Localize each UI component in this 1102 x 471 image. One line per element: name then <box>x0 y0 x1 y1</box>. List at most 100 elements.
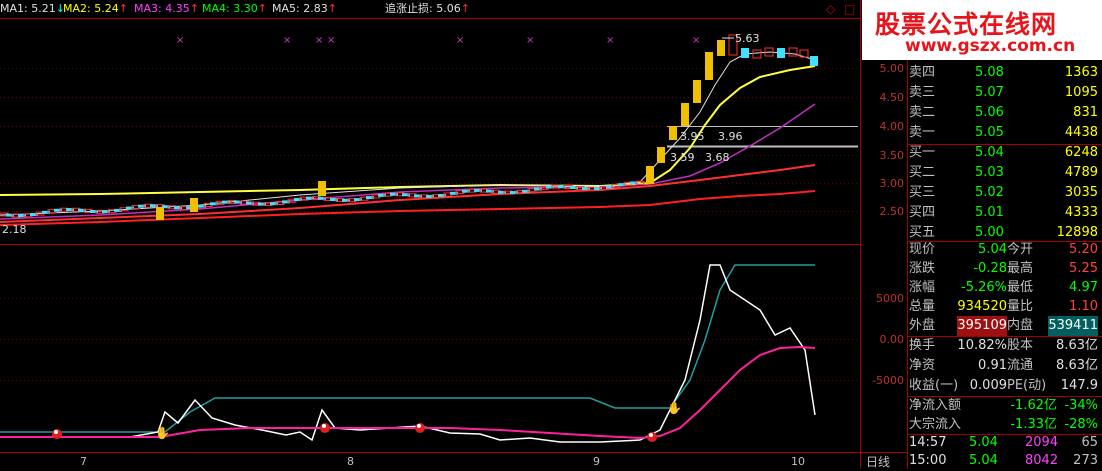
date-tick-label: 9 <box>593 455 600 468</box>
quote-value: 395109 <box>957 316 1007 336</box>
svg-text:×: × <box>315 35 323 46</box>
quote-row: 外盘 395109 内盘 539411 <box>907 316 1102 336</box>
date-tick-label: 8 <box>347 455 354 468</box>
svg-text:×: × <box>176 35 184 46</box>
indicator-tick-label: 5000 <box>876 292 904 305</box>
bid-price: 5.02 <box>975 185 1004 200</box>
bid-volume: 6248 <box>1064 145 1098 160</box>
close-icon[interactable]: □ <box>844 2 855 16</box>
ask-price: 5.07 <box>975 85 1004 100</box>
quote-label: 涨跌 <box>909 261 936 276</box>
quote-value: 1.10 <box>1069 299 1098 314</box>
quote-row: 现价 5.04 今开 5.20 <box>907 240 1102 260</box>
quote-label: 内盘 <box>1007 318 1034 333</box>
quote-label: 最低 <box>1007 280 1034 295</box>
candle <box>717 40 725 56</box>
ask-volume: 1095 <box>1064 85 1098 100</box>
candle <box>190 198 198 212</box>
ma-legend-item: MA4: 3.30↑ <box>202 2 267 15</box>
ask-volume: 831 <box>1073 105 1098 120</box>
ma-legend-item: MA5: 2.83↑ <box>272 2 337 15</box>
svg-text:×: × <box>283 35 291 46</box>
quote-label: 量比 <box>1007 299 1034 314</box>
flow-amount: -1.62亿 <box>1010 398 1057 413</box>
quote-label: 总量 <box>909 299 936 314</box>
bid-row: 买一 5.04 6248 <box>907 143 1102 163</box>
ma-trend-arrow: ↑ <box>118 2 128 15</box>
finance-value: 0.009 <box>969 378 1007 393</box>
candle <box>788 47 798 57</box>
ask-volume: 4438 <box>1064 125 1098 140</box>
low-annotation: 2.18 <box>2 223 27 236</box>
level1b-annotation: 3.96 <box>718 130 743 143</box>
finance-row: 净资 0.91 流通 8.63亿 <box>907 356 1102 376</box>
tick-volume: 8042 <box>1025 453 1059 468</box>
finance-label: 流通 <box>1007 358 1034 373</box>
quote-value: 4.97 <box>1069 280 1098 295</box>
ask-label: 卖一 <box>909 125 936 140</box>
finance-value: 10.82% <box>957 338 1007 353</box>
quote-value: 5.25 <box>1069 261 1098 276</box>
high-annotation: 5.63 <box>735 32 760 45</box>
flow-label: 大宗流入 <box>909 417 962 432</box>
ask-price: 5.08 <box>975 65 1004 80</box>
candle <box>777 48 785 58</box>
flow-label: 净流入额 <box>909 398 962 413</box>
svg-text:×: × <box>456 35 464 46</box>
tick-row: 14:57 5.04 2094 65 <box>907 433 1102 453</box>
ma-trend-arrow: ↑ <box>189 2 199 15</box>
ask-label: 卖二 <box>909 105 936 120</box>
candle <box>681 103 689 126</box>
candle <box>156 207 164 220</box>
quote-label: 涨幅 <box>909 280 936 295</box>
ask-volume: 1363 <box>1064 65 1098 80</box>
finance-label: PE(动) <box>1007 378 1047 393</box>
quote-value: 934520 <box>957 299 1007 314</box>
bid-price: 5.03 <box>975 165 1004 180</box>
bid-label: 买一 <box>909 145 936 160</box>
svg-text:×: × <box>692 35 700 46</box>
finance-row: 换手 10.82% 股本 8.63亿 <box>907 336 1102 356</box>
ask-label: 卖三 <box>909 85 936 100</box>
bid-price: 5.04 <box>975 145 1004 160</box>
finance-row: 收益(一) 0.009 PE(动) 147.9 <box>907 376 1102 396</box>
signal-markers: × × × × × × × × <box>176 35 700 46</box>
bid-label: 买二 <box>909 165 936 180</box>
tick-price: 5.04 <box>969 453 998 468</box>
ma-trend-arrow: ↑ <box>257 2 267 15</box>
quote-value: -0.28 <box>973 261 1007 276</box>
ask-price: 5.05 <box>975 125 1004 140</box>
ask-row: 卖三 5.07 1095 <box>907 83 1102 103</box>
finance-label: 净资 <box>909 358 936 373</box>
level1-annotation: 3.95 <box>680 130 705 143</box>
ask-label: 卖四 <box>909 65 936 80</box>
period-label[interactable]: 日线 <box>866 453 890 470</box>
finance-label: 换手 <box>909 338 936 353</box>
bid-row: 买四 5.01 4333 <box>907 203 1102 223</box>
svg-text:×: × <box>327 35 335 46</box>
candle <box>210 202 218 206</box>
svg-text:×: × <box>606 35 614 46</box>
tick-row: 15:00 5.04 8042 273 <box>907 451 1102 471</box>
bid-price: 5.01 <box>975 205 1004 220</box>
bid-row: 买三 5.02 3035 <box>907 183 1102 203</box>
bid-row: 买二 5.03 4789 <box>907 163 1102 183</box>
price-tick-label: 2.50 <box>879 205 905 218</box>
indicator-magenta-line <box>0 345 816 440</box>
bid-label: 买三 <box>909 185 936 200</box>
flow-amount: -1.33亿 <box>1010 417 1057 432</box>
flow-percent: -34% <box>1064 398 1098 413</box>
diamond-icon[interactable]: ◇ <box>826 2 835 16</box>
ask-row: 卖二 5.06 831 <box>907 103 1102 123</box>
svg-text:✋: ✋ <box>667 401 682 415</box>
candle <box>318 181 326 196</box>
svg-text:✋: ✋ <box>155 426 170 440</box>
watermark-url: www.gszx.com.cn <box>905 36 1076 56</box>
quote-value: 5.04 <box>978 242 1007 257</box>
ask-price: 5.06 <box>975 105 1004 120</box>
level2b-annotation: 3.68 <box>705 151 730 164</box>
quote-value: -5.26% <box>961 280 1007 295</box>
ma-legend-item: MA2: 5.24↑ <box>63 2 128 15</box>
flow-row: 净流入额 -1.62亿 -34% <box>907 396 1102 416</box>
level2-annotation: 3.59 <box>670 151 695 164</box>
